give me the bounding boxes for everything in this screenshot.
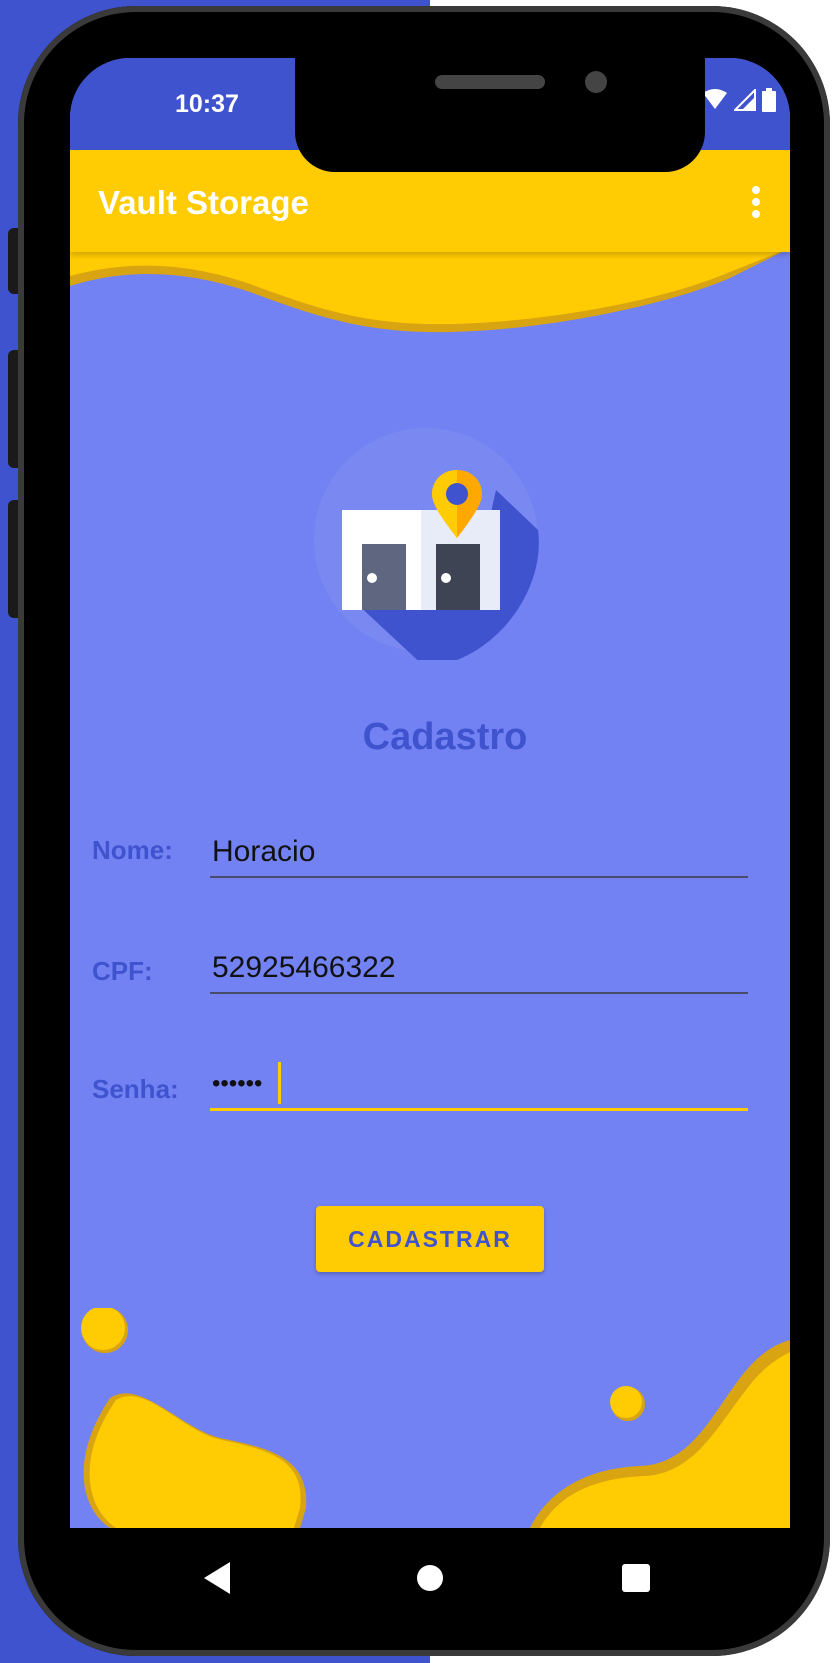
wifi-icon	[703, 89, 727, 109]
header-wave	[70, 248, 790, 333]
decorative-blob-right	[530, 1340, 790, 1528]
battery-icon	[762, 88, 776, 112]
overflow-menu-button[interactable]	[752, 186, 762, 222]
cpf-label: CPF:	[92, 956, 153, 986]
speaker-grille	[435, 75, 545, 89]
phone-notch	[295, 58, 705, 172]
nome-label: Nome:	[92, 835, 173, 865]
senha-label: Senha:	[92, 1074, 179, 1104]
status-icons	[702, 88, 776, 112]
status-time: 10:37	[175, 90, 239, 118]
senha-underline	[210, 1108, 748, 1111]
app-title: Vault Storage	[98, 184, 309, 221]
cpf-input[interactable]	[210, 946, 752, 990]
senha-input[interactable]	[210, 1062, 752, 1106]
front-camera	[585, 71, 607, 93]
more-vert-icon-dot	[752, 210, 760, 218]
app-screen: 10:37 Vault Storage Cadastro Nome: Horac…	[70, 58, 790, 1528]
back-icon[interactable]	[204, 1562, 230, 1594]
cadastrar-button[interactable]: CADASTRAR	[316, 1206, 544, 1272]
page-title: Cadastro	[362, 716, 528, 758]
decorative-blob-left	[81, 1308, 307, 1528]
nome-input[interactable]	[210, 830, 752, 874]
more-vert-icon-dot	[752, 198, 760, 206]
more-vert-icon	[752, 186, 760, 194]
recent-apps-icon[interactable]	[622, 1564, 650, 1592]
home-icon[interactable]	[417, 1565, 443, 1591]
navigation-bar	[70, 1528, 790, 1628]
text-caret	[278, 1062, 281, 1104]
nome-underline	[210, 876, 748, 878]
cpf-underline	[210, 992, 748, 994]
storage-logo-icon	[314, 428, 539, 660]
signal-icon	[734, 89, 756, 111]
